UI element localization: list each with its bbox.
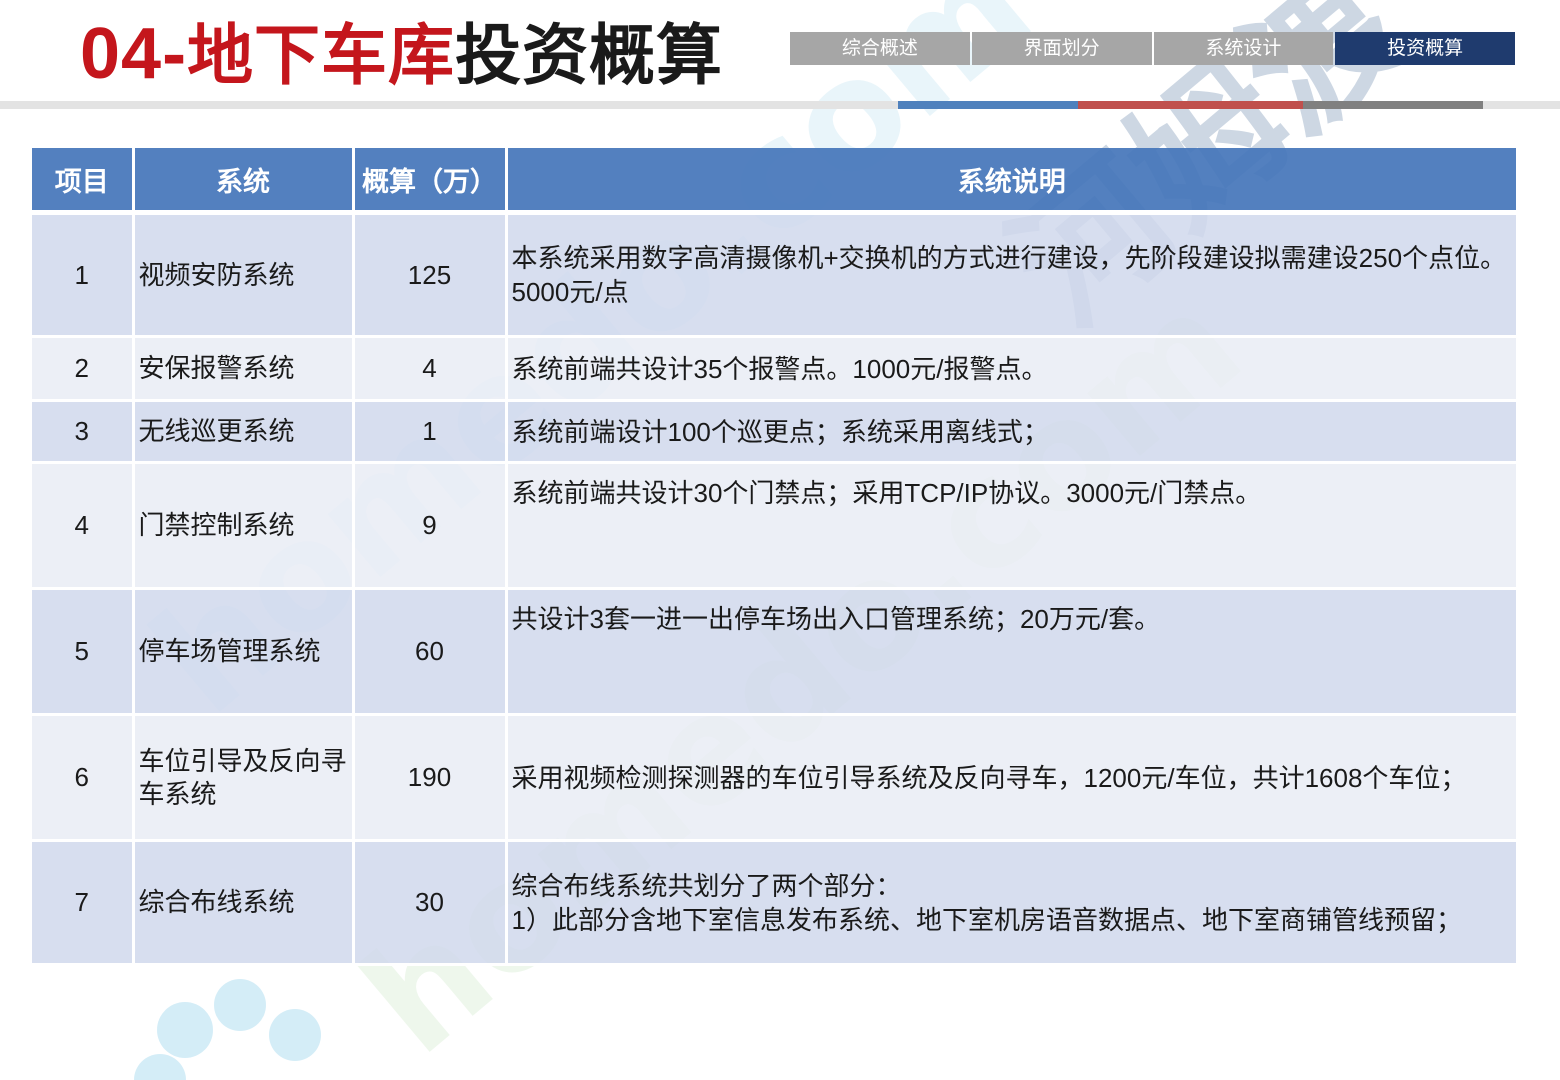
cell-index: 5 [32, 588, 135, 716]
header-description: 系统说明 [506, 148, 1516, 215]
table-row: 2 安保报警系统 4 系统前端共设计35个报警点。1000元/报警点。 [32, 336, 1516, 402]
cell-system: 安保报警系统 [133, 336, 355, 402]
tab-overview[interactable]: 综合概述 [790, 32, 970, 65]
divider-accent-red [1078, 101, 1303, 109]
cell-index: 1 [32, 212, 135, 338]
table-row: 6 车位引导及反向寻车系统 190 采用视频检测探测器的车位引导系统及反向寻车，… [32, 714, 1516, 842]
cell-amount: 4 [353, 336, 508, 402]
title-red-part: 地下车库 [187, 18, 456, 92]
header-system: 系统 [133, 148, 355, 215]
table-row: 5 停车场管理系统 60 共设计3套一进一出停车场出入口管理系统；20万元/套。 [32, 588, 1516, 716]
divider-accent-gray [1303, 101, 1483, 109]
description-line: 系统前端设计100个巡更点；系统采用离线式； [511, 416, 1049, 447]
title-number: 04- [80, 14, 188, 94]
tab-interface-division[interactable]: 界面划分 [971, 32, 1152, 65]
cell-description: 系统前端共设计35个报警点。1000元/报警点。 [506, 336, 1516, 402]
description-line: 综合布线系统共划分了两个部分： [511, 870, 902, 901]
cell-amount: 60 [353, 588, 508, 716]
cell-system: 视频安防系统 [133, 212, 355, 338]
page-title: 04-地下车库投资概算 [80, 14, 723, 94]
budget-table: 项目 系统 概算（万） 系统说明 1 视频安防系统 125 本系统采用数字高清摄… [32, 148, 1516, 966]
cell-index: 3 [32, 400, 135, 464]
cell-index: 7 [32, 840, 135, 966]
description-line: 本系统采用数字高清摄像机+交换机的方式进行建设，先阶段建设拟需建设250个点位。… [511, 243, 1507, 307]
cell-amount: 1 [353, 400, 508, 464]
cell-description: 共设计3套一进一出停车场出入口管理系统；20万元/套。 [506, 588, 1516, 716]
title-dark-part: 投资概算 [455, 18, 724, 92]
description-line: 1）此部分含地下室信息发布系统、地下室机房语音数据点、地下室商铺管线预留； [511, 904, 1462, 935]
cell-description: 综合布线系统共划分了两个部分： 1）此部分含地下室信息发布系统、地下室机房语音数据… [506, 840, 1516, 966]
cell-system: 门禁控制系统 [133, 462, 355, 590]
cell-amount: 190 [353, 714, 508, 842]
description-line: 系统前端共设计30个门禁点；采用TCP/IP协议。3000元/门禁点。 [511, 478, 1262, 508]
cell-description: 采用视频检测探测器的车位引导系统及反向寻车，1200元/车位，共计1608个车位… [506, 714, 1516, 842]
table-row: 7 综合布线系统 30 综合布线系统共划分了两个部分： 1）此部分含地下室信息发布… [32, 840, 1516, 966]
table-header-row: 项目 系统 概算（万） 系统说明 [32, 148, 1516, 215]
table-row: 4 门禁控制系统 9 系统前端共设计30个门禁点；采用TCP/IP协议。3000… [32, 462, 1516, 590]
cell-system: 综合布线系统 [133, 840, 355, 966]
cell-index: 6 [32, 714, 135, 842]
divider-accent-blue [898, 101, 1078, 109]
description-line: 采用视频检测探测器的车位引导系统及反向寻车，1200元/车位，共计1608个车位… [511, 762, 1467, 793]
cell-description: 本系统采用数字高清摄像机+交换机的方式进行建设，先阶段建设拟需建设250个点位。… [506, 212, 1516, 338]
section-nav: 综合概述 界面划分 系统设计 投资概算 [790, 32, 1515, 65]
cell-description: 系统前端共设计30个门禁点；采用TCP/IP协议。3000元/门禁点。 [506, 462, 1516, 590]
tab-system-design[interactable]: 系统设计 [1153, 32, 1334, 65]
header-item: 项目 [32, 148, 135, 215]
description-line: 系统前端共设计35个报警点。1000元/报警点。 [511, 353, 1048, 384]
description-line: 共设计3套一进一出停车场出入口管理系统；20万元/套。 [511, 604, 1161, 634]
cell-amount: 30 [353, 840, 508, 966]
cell-index: 4 [32, 462, 135, 590]
table-row: 1 视频安防系统 125 本系统采用数字高清摄像机+交换机的方式进行建设，先阶段… [32, 212, 1516, 338]
cell-amount: 9 [353, 462, 508, 590]
cell-amount: 125 [353, 212, 508, 338]
cell-index: 2 [32, 336, 135, 402]
cell-system: 车位引导及反向寻车系统 [133, 714, 355, 842]
table-row: 3 无线巡更系统 1 系统前端设计100个巡更点；系统采用离线式； [32, 400, 1516, 464]
tab-investment-estimate[interactable]: 投资概算 [1335, 32, 1515, 65]
cell-system: 停车场管理系统 [133, 588, 355, 716]
cell-system: 无线巡更系统 [133, 400, 355, 464]
watermark-logo-icon [134, 979, 321, 1080]
header-estimate: 概算（万） [353, 148, 508, 215]
cell-description: 系统前端设计100个巡更点；系统采用离线式； [506, 400, 1516, 464]
